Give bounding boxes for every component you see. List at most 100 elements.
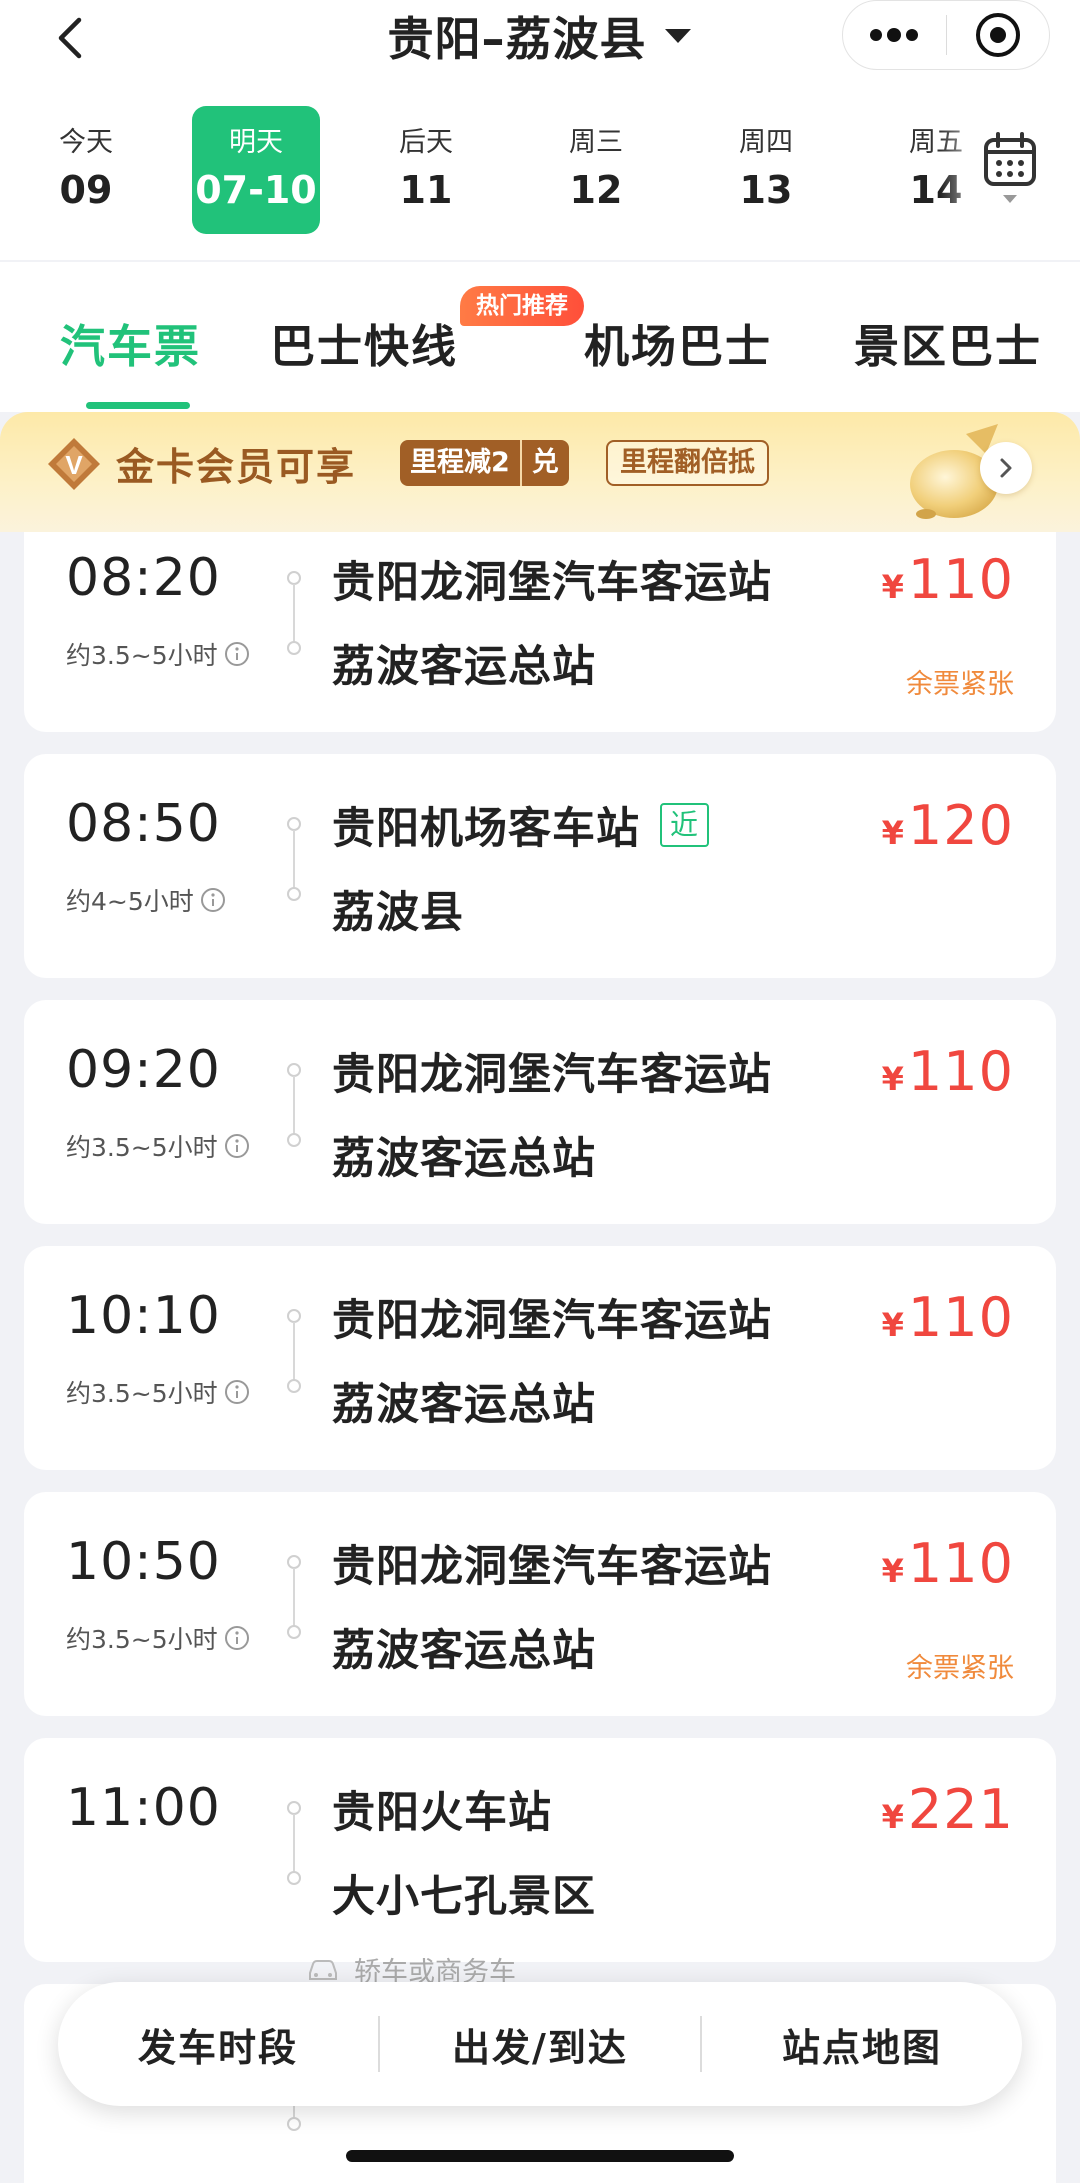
filter-1[interactable]: 出发/到达 (380, 1982, 700, 2106)
departure-station-name: 贵阳龙洞堡汽车客运站 (332, 1050, 772, 1100)
trip-card[interactable]: 10:10 约3.5~5小时 贵阳龙洞堡汽车客运站 荔波客运总站 ¥110 (24, 1246, 1056, 1470)
route-line-icon (287, 1309, 301, 1393)
departure-station: 贵阳龙洞堡汽车客运站 (332, 1532, 772, 1594)
ticket-price: ¥110 (882, 1286, 1014, 1349)
date-item[interactable]: 后天 11 (362, 106, 490, 234)
route-line-icon (287, 1555, 301, 1639)
active-tab-underline (86, 402, 190, 409)
departure-station-name: 贵阳火车站 (332, 1788, 552, 1838)
mileage-discount-tag[interactable]: 里程减2 兑 (400, 440, 569, 486)
date-item[interactable]: 明天 07-10 (192, 106, 320, 234)
back-arrow-icon (58, 17, 82, 59)
app-root: 08:20 约3.5~5小时 贵阳龙洞堡汽车客运站 荔波客运总站 ¥110 余票紧张 08:… (0, 0, 1080, 2183)
price-amount: 120 (907, 794, 1014, 857)
arrival-station: 荔波客运总站 (332, 642, 596, 692)
departure-time: 11:00 (66, 1778, 221, 1838)
arrival-station: 荔波客运总站 (332, 1380, 596, 1430)
route-selector[interactable]: 贵阳–荔波县 (388, 3, 693, 69)
low-stock-label: 余票紧张 (906, 1653, 1014, 1684)
svg-text:V: V (65, 450, 83, 480)
trip-duration: 约4~5小时 (66, 882, 226, 918)
hot-recommend-badge: 热门推荐 (460, 286, 584, 326)
currency-symbol: ¥ (881, 814, 904, 852)
departure-time: 08:20 (66, 548, 221, 608)
duration-text: 约3.5~5小时 (66, 1625, 218, 1654)
trip-card[interactable]: 08:20 约3.5~5小时 贵阳龙洞堡汽车客运站 荔波客运总站 ¥110 余票紧张 (24, 508, 1056, 732)
tab-3[interactable]: 景区巴士 (854, 302, 1042, 382)
route-line-icon (287, 817, 301, 901)
departure-station: 贵阳火车站 (332, 1778, 552, 1840)
info-icon[interactable] (224, 1379, 250, 1405)
filter-2[interactable]: 站点地图 (702, 1982, 1022, 2106)
trip-card[interactable]: 09:20 约3.5~5小时 贵阳龙洞堡汽车客运站 荔波客运总站 ¥110 (24, 1000, 1056, 1224)
trip-duration: 约3.5~5小时 (66, 636, 250, 672)
ticket-price: ¥221 (882, 1778, 1014, 1841)
arrival-station: 荔波县 (332, 888, 464, 938)
departure-station-name: 贵阳龙洞堡汽车客运站 (332, 1296, 772, 1346)
caret-down-icon (664, 29, 691, 43)
more-button[interactable] (843, 0, 946, 70)
trip-card[interactable]: 10:50 约3.5~5小时 贵阳龙洞堡汽车客运站 荔波客运总站 ¥110 余票紧张 (24, 1492, 1056, 1716)
back-button[interactable] (40, 8, 100, 68)
gold-member-banner[interactable]: V 金卡会员可享 里程减2 兑 里程翻倍抵 (0, 412, 1080, 532)
date-label: 周四 (739, 127, 793, 158)
departure-station: 贵阳龙洞堡汽车客运站 (332, 1040, 772, 1102)
filter-0[interactable]: 发车时段 (58, 1982, 378, 2106)
route-line-icon (287, 571, 301, 655)
tab-1[interactable]: 巴士快线 (270, 302, 458, 382)
info-icon[interactable] (224, 1625, 250, 1651)
date-number: 09 (59, 168, 113, 212)
near-badge: 近 (660, 803, 710, 847)
duration-text: 约3.5~5小时 (66, 1133, 218, 1162)
departure-time: 10:50 (66, 1532, 221, 1592)
car-icon (309, 1959, 337, 1980)
ticket-price: ¥110 (882, 1040, 1014, 1103)
arrival-station: 大小七孔景区 (332, 1872, 596, 1922)
route-line-icon (287, 1063, 301, 1147)
trip-duration: 约3.5~5小时 (66, 1620, 250, 1656)
info-icon[interactable] (224, 1133, 250, 1159)
trip-card[interactable]: 11:00 贵阳火车站 大小七孔景区 ¥221 轿车或商务车 (24, 1738, 1056, 1988)
date-number: 11 (399, 168, 453, 212)
calendar-button[interactable] (978, 132, 1042, 222)
banner-arrow-button[interactable] (980, 442, 1032, 494)
date-strip: 今天 09 明天 07-10 后天 11 周三 12 周四 13 周五 14 (0, 106, 1080, 236)
price-amount: 110 (907, 1532, 1014, 1595)
date-item[interactable]: 周四 13 (702, 106, 830, 234)
duration-text: 约4~5小时 (66, 887, 194, 916)
trip-duration: 约3.5~5小时 (66, 1128, 250, 1164)
departure-time: 09:20 (66, 1040, 221, 1100)
date-item[interactable]: 今天 09 (22, 106, 150, 234)
tab-bar: 热门推荐 汽车票 巴士快线 机场巴士 景区巴士 (0, 262, 1080, 412)
ticket-price: ¥120 (882, 794, 1014, 857)
departure-time: 10:10 (66, 1286, 221, 1346)
target-circle-icon (975, 13, 1020, 57)
ticket-price: ¥110 (882, 548, 1014, 611)
info-icon[interactable] (224, 641, 250, 667)
ticket-price: ¥110 (882, 1532, 1014, 1595)
date-number: 12 (569, 168, 623, 212)
mileage-discount-label: 里程减2 (410, 447, 510, 478)
date-label: 后天 (399, 127, 453, 158)
duration-text: 约3.5~5小时 (66, 1379, 218, 1408)
date-number: 07-10 (195, 168, 317, 212)
date-item[interactable]: 周三 12 (532, 106, 660, 234)
mini-program-capsule (842, 0, 1050, 70)
arrival-station: 荔波客运总站 (332, 1134, 596, 1184)
price-amount: 110 (907, 1040, 1014, 1103)
tab-2[interactable]: 机场巴士 (584, 302, 772, 382)
departure-station-name: 贵阳龙洞堡汽车客运站 (332, 558, 772, 608)
member-text: 金卡会员可享 (116, 445, 357, 489)
mileage-double-tag[interactable]: 里程翻倍抵 (606, 440, 769, 486)
info-icon[interactable] (200, 887, 226, 913)
date-label: 周三 (569, 127, 623, 158)
departure-station: 贵阳龙洞堡汽车客运站 (332, 1286, 772, 1348)
tab-0[interactable]: 汽车票 (60, 302, 201, 382)
trip-card[interactable]: 08:50 约4~5小时 贵阳机场客车站近荔波县 ¥120 (24, 754, 1056, 978)
date-label: 今天 (59, 127, 113, 158)
route-line-icon (287, 1801, 301, 1885)
close-mini-program-button[interactable] (947, 0, 1050, 70)
currency-symbol: ¥ (881, 1552, 904, 1590)
low-stock-label: 余票紧张 (906, 669, 1014, 700)
filter-bar: 发车时段 出发/到达 站点地图 (58, 1982, 1022, 2106)
